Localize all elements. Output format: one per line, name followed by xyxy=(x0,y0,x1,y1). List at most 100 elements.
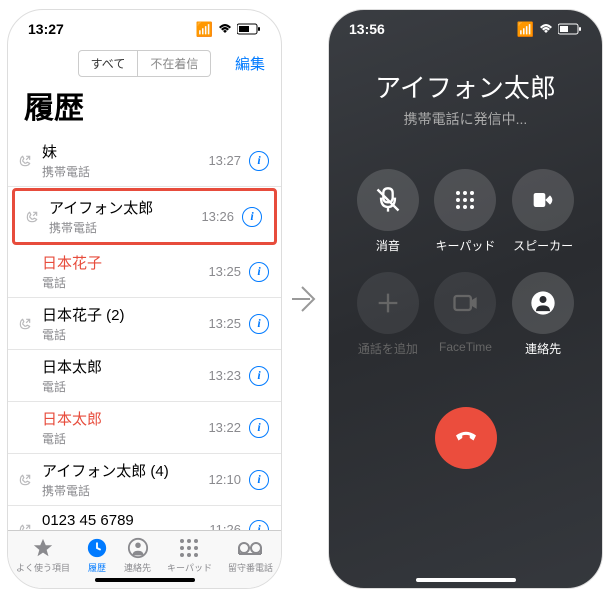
tab-voicemail[interactable]: 留守番電話 xyxy=(228,537,273,574)
call-type: 電話 xyxy=(42,378,208,395)
caller-info: アイフォン太郎 携帯電話に発信中... xyxy=(329,48,602,169)
call-time: 13:25 xyxy=(208,264,241,279)
caller-name: アイフォン太郎 xyxy=(329,68,602,105)
status-time: 13:56 xyxy=(349,21,385,37)
tab-label: 履歴 xyxy=(88,561,106,574)
status-time: 13:27 xyxy=(28,21,64,37)
call-time: 13:26 xyxy=(201,209,234,224)
info-icon[interactable]: i xyxy=(249,470,269,490)
facetime-button: FaceTime xyxy=(431,272,501,357)
tab-label: キーパッド xyxy=(167,561,212,574)
call-type: 携帯電話 xyxy=(42,482,208,499)
page-title: 履歴 xyxy=(8,79,281,135)
home-indicator xyxy=(416,578,516,582)
tab-keypad[interactable]: キーパッド xyxy=(167,537,212,574)
call-row-main: 日本太郎電話 xyxy=(42,408,208,447)
battery-icon xyxy=(237,23,261,35)
tab-favorites[interactable]: よく使う項目 xyxy=(16,537,70,574)
call-type: 携帯電話 xyxy=(49,219,201,236)
outgoing-call-icon xyxy=(18,473,36,487)
call-row[interactable]: アイフォン太郎携帯電話13:26 i xyxy=(12,188,277,245)
call-row-main: 日本太郎電話 xyxy=(42,356,208,395)
battery-icon xyxy=(558,23,582,35)
outgoing-call-icon xyxy=(25,210,43,224)
button-label: 消音 xyxy=(376,237,400,254)
call-row[interactable]: アイフォン太郎 (4)携帯電話12:10 i xyxy=(8,454,281,506)
end-call-button[interactable] xyxy=(435,407,497,469)
call-row[interactable]: 日本太郎電話13:22 i xyxy=(8,402,281,454)
button-label: 連絡先 xyxy=(525,340,561,357)
wifi-icon xyxy=(538,23,554,35)
call-row[interactable]: 日本太郎電話13:23i xyxy=(8,350,281,402)
info-icon[interactable]: i xyxy=(249,262,269,282)
call-row[interactable]: 日本花子 (2)電話13:25 i xyxy=(8,298,281,350)
facetime-icon xyxy=(434,272,496,334)
info-icon[interactable]: i xyxy=(249,418,269,438)
tab-contacts[interactable]: 連絡先 xyxy=(124,537,151,574)
add-call-icon xyxy=(357,272,419,334)
call-type: 電話 xyxy=(42,430,208,447)
tab-recents[interactable]: 履歴 xyxy=(86,537,108,574)
tab-icon xyxy=(32,537,54,559)
status-icons: 📶 xyxy=(517,21,582,38)
outgoing-call-icon xyxy=(18,317,36,331)
edit-button[interactable]: 編集 xyxy=(235,53,265,74)
mute-button[interactable]: 消音 xyxy=(353,169,423,254)
recents-screen: 13:27 📶 すべて 不在着信 編集 履歴 妹携帯電話13:27iアイフォン太… xyxy=(7,9,282,589)
keypad-icon xyxy=(434,169,496,231)
call-name: 0123 45 6789 xyxy=(42,512,209,529)
call-type: 携帯電話 xyxy=(42,163,208,180)
call-row[interactable]: 妹携帯電話13:27i xyxy=(8,135,281,187)
call-name: 日本花子 xyxy=(42,252,208,273)
wifi-icon xyxy=(217,23,233,35)
home-indicator xyxy=(95,578,195,582)
tab-label: 留守番電話 xyxy=(228,561,273,574)
status-bar: 13:27 📶 xyxy=(8,10,281,48)
signal-icon: 📶 xyxy=(196,21,213,38)
button-label: スピーカー xyxy=(513,237,573,254)
status-icons: 📶 xyxy=(196,21,261,38)
outgoing-call-icon xyxy=(18,154,36,168)
call-time: 13:25 xyxy=(208,316,241,331)
call-controls: 消音 キーパッドスピーカー通話を追加 FaceTime 連絡先 xyxy=(329,169,602,357)
call-name: アイフォン太郎 (4) xyxy=(42,460,208,481)
call-row-main: 日本花子電話 xyxy=(42,252,208,291)
call-row[interactable]: 日本花子電話13:25 i xyxy=(8,246,281,298)
button-label: 通話を追加 xyxy=(358,340,418,357)
speaker-button[interactable]: スピーカー xyxy=(508,169,578,254)
info-icon[interactable]: i xyxy=(249,366,269,386)
call-name: 日本太郎 xyxy=(42,408,208,429)
info-icon[interactable]: i xyxy=(249,151,269,171)
call-time: 12:10 xyxy=(208,472,241,487)
tab-icon xyxy=(237,537,263,559)
contacts-icon xyxy=(512,272,574,334)
call-name: 日本花子 (2) xyxy=(42,304,208,325)
segment-control-wrap: すべて 不在着信 編集 xyxy=(8,48,281,79)
arrow-icon xyxy=(290,279,320,319)
caller-status: 携帯電話に発信中... xyxy=(329,109,602,129)
call-type: 電話 xyxy=(42,326,208,343)
call-type: 電話 xyxy=(42,274,208,291)
status-bar: 13:56 📶 xyxy=(329,10,602,48)
contacts-button[interactable]: 連絡先 xyxy=(508,272,578,357)
segment-missed[interactable]: 不在着信 xyxy=(138,50,211,77)
tab-label: 連絡先 xyxy=(124,561,151,574)
call-row-main: 日本花子 (2)電話 xyxy=(42,304,208,343)
info-icon[interactable]: i xyxy=(249,314,269,334)
call-list[interactable]: 妹携帯電話13:27iアイフォン太郎携帯電話13:26i日本花子電話13:25i… xyxy=(8,135,281,555)
calling-screen: 13:56 📶 アイフォン太郎 携帯電話に発信中... 消音 キーパッドスピーカー… xyxy=(328,9,603,589)
signal-icon: 📶 xyxy=(517,21,534,38)
call-name: 妹 xyxy=(42,141,208,162)
button-label: FaceTime xyxy=(439,340,492,354)
add-call-button: 通話を追加 xyxy=(353,272,423,357)
call-name: 日本太郎 xyxy=(42,356,208,377)
tab-icon xyxy=(127,537,149,559)
call-row-main: アイフォン太郎携帯電話 xyxy=(49,197,201,236)
call-time: 13:22 xyxy=(208,420,241,435)
call-name: アイフォン太郎 xyxy=(49,197,201,218)
segment-all[interactable]: すべて xyxy=(78,50,139,77)
keypad-button[interactable]: キーパッド xyxy=(431,169,501,254)
info-icon[interactable]: i xyxy=(242,207,262,227)
mute-icon xyxy=(357,169,419,231)
segment-control: すべて 不在着信 xyxy=(78,50,212,77)
